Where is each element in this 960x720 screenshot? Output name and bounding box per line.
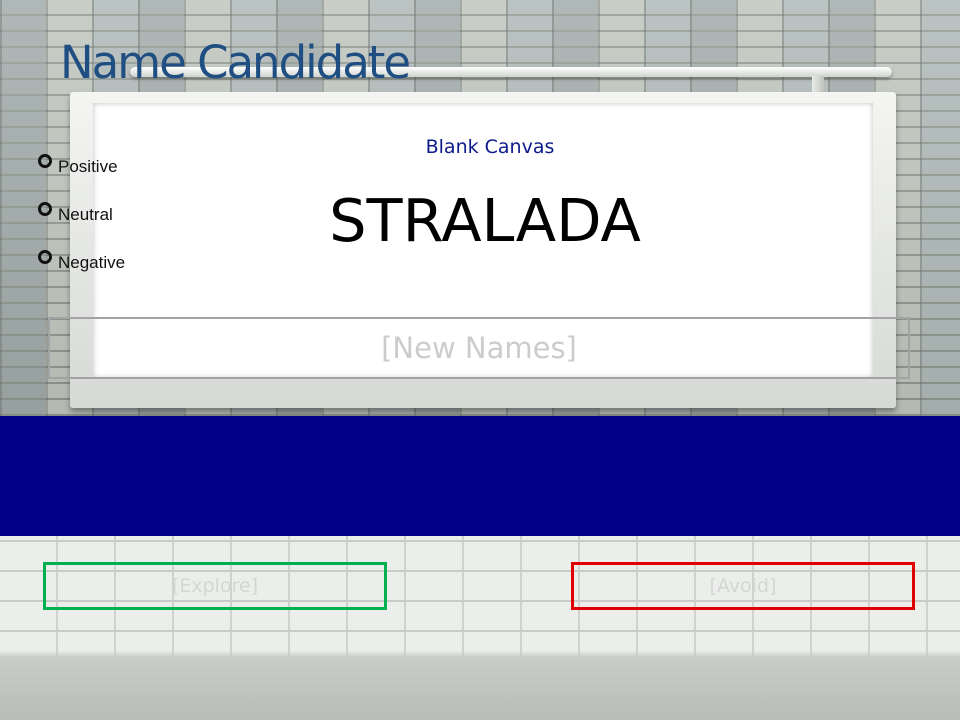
new-names-box[interactable]: [New Names] [48, 317, 910, 379]
radio-circle-icon[interactable] [38, 154, 52, 168]
candidate-name: STRALADA [329, 186, 641, 255]
option-label: Positive [58, 157, 118, 176]
page-title: Name Candidate [60, 36, 411, 89]
avoid-zone[interactable]: [Avoid] [571, 562, 915, 610]
canvas-subtitle: Blank Canvas [425, 136, 555, 158]
avoid-label: [Avoid] [709, 575, 777, 597]
option-neutral[interactable]: Neutral [38, 191, 125, 239]
option-negative[interactable]: Negative [38, 239, 125, 287]
explore-label: [Explore] [171, 575, 259, 597]
sentiment-options: Positive Neutral Negative [38, 143, 125, 287]
explore-zone[interactable]: [Explore] [43, 562, 387, 610]
radio-circle-icon[interactable] [38, 250, 52, 264]
option-label: Negative [58, 253, 126, 272]
radio-circle-icon[interactable] [38, 202, 52, 216]
new-names-placeholder: [New Names] [381, 331, 577, 365]
option-label: Neutral [58, 205, 113, 224]
blue-band [0, 416, 960, 536]
option-positive[interactable]: Positive [38, 143, 125, 191]
